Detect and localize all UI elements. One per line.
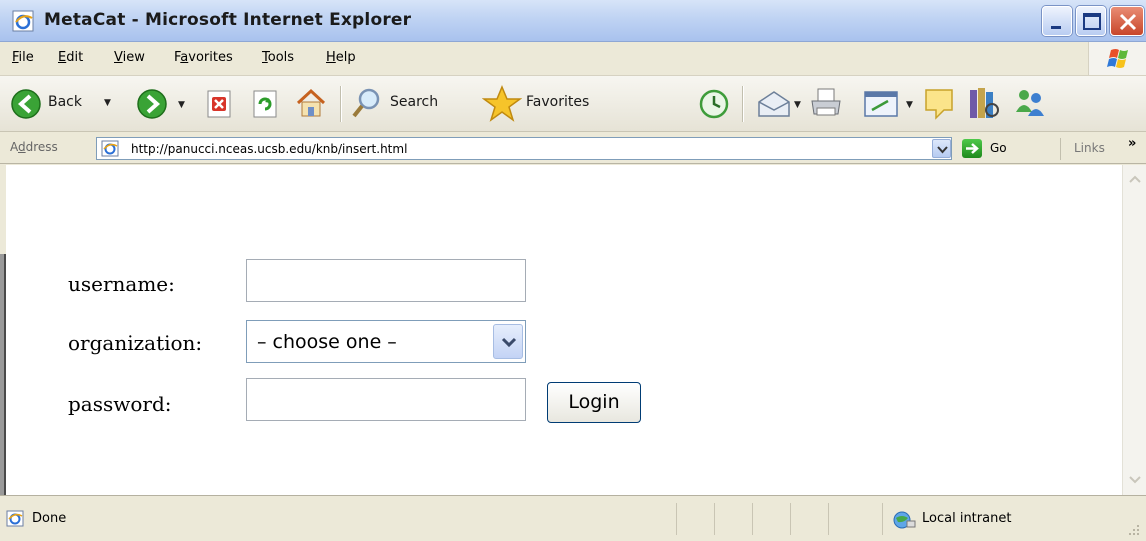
menu-file[interactable]: File [12,50,34,65]
links-more-icon[interactable]: » [1128,136,1136,151]
address-input[interactable]: http://panucci.nceas.ucsb.edu/knb/insert… [96,137,952,160]
stop-icon[interactable] [204,88,236,120]
minimize-button[interactable] [1042,6,1072,36]
back-label: Back [48,94,82,110]
edit-icon[interactable] [862,88,902,120]
search-icon [352,88,380,118]
window-title: MetaCat - Microsoft Internet Explorer [44,10,412,30]
standard-toolbar: Back ▼ ▼ Search Favorites ▼ ▼ [0,76,1146,132]
organization-selected-value: – choose one – [257,331,397,353]
menu-favorites[interactable]: Favorites [174,50,233,65]
favorites-star-icon [482,85,522,122]
history-icon[interactable] [698,88,730,120]
ie-page-icon [12,10,34,32]
links-separator [1060,138,1061,160]
search-label: Search [390,94,439,110]
username-label: username: [68,272,175,296]
refresh-icon[interactable] [250,88,282,120]
address-bar: Address http://panucci.nceas.ucsb.edu/kn… [0,132,1146,164]
windows-logo [1088,42,1146,75]
chevron-down-icon [501,337,517,348]
forward-dropdown-icon[interactable]: ▼ [178,100,185,110]
local-intranet-icon [893,511,916,529]
back-dropdown-icon[interactable]: ▼ [104,98,111,108]
favorites-label: Favorites [526,94,590,110]
organization-select[interactable]: – choose one – [246,320,526,363]
messenger-icon[interactable] [1012,86,1048,120]
title-bar[interactable]: MetaCat - Microsoft Internet Explorer [0,0,1146,42]
page-icon [101,140,119,157]
windows-flag-icon [1107,49,1128,68]
mail-dropdown-icon[interactable]: ▼ [794,100,801,110]
menu-view[interactable]: View [114,50,145,65]
go-button[interactable]: Go [990,141,1007,155]
menu-edit[interactable]: Edit [58,50,83,65]
print-icon[interactable] [808,86,844,122]
maximize-button[interactable] [1076,6,1106,36]
forward-button[interactable] [134,86,170,122]
menu-tools[interactable]: Tools [262,50,294,65]
status-bar: Done Local intranet [0,495,1146,541]
status-divider [676,503,677,535]
discuss-icon[interactable] [922,86,958,122]
status-divider [752,503,753,535]
menu-help[interactable]: Help [326,50,356,65]
status-text: Done [32,511,67,526]
mail-icon[interactable] [756,86,792,120]
back-button[interactable]: Back ▼ [8,86,120,122]
toolbar-separator [742,86,743,122]
address-dropdown-button[interactable] [932,139,951,158]
page-content: username: organization: – choose one – p… [6,165,1122,495]
username-input[interactable] [246,259,526,302]
resize-grip-icon[interactable] [1126,522,1142,538]
organization-dropdown-button[interactable] [493,324,523,359]
close-button[interactable] [1110,6,1144,36]
scroll-up-icon[interactable] [1125,169,1145,189]
status-divider [828,503,829,535]
close-icon [1119,13,1137,31]
address-url: http://panucci.nceas.ucsb.edu/knb/insert… [131,142,408,156]
password-input[interactable] [246,378,526,421]
research-icon[interactable] [966,84,1002,122]
menu-bar: File Edit View Favorites Tools Help [0,42,1146,76]
chevron-down-icon [937,146,948,154]
password-label: password: [68,392,172,416]
page-done-icon [6,510,24,527]
status-divider [790,503,791,535]
address-label: Address [10,140,58,154]
organization-label: organization: [68,331,203,355]
minimize-icon [1051,26,1061,29]
toolbar-separator [340,86,341,122]
edit-dropdown-icon[interactable]: ▼ [906,100,913,110]
login-button[interactable]: Login [547,382,641,423]
maximize-icon [1083,13,1101,30]
back-arrow-icon [11,89,41,119]
forward-arrow-icon [137,89,167,119]
browser-window: MetaCat - Microsoft Internet Explorer Fi… [0,0,1146,541]
favorites-button[interactable]: Favorites [482,84,678,124]
status-divider [882,503,883,535]
security-zone-text: Local intranet [922,511,1012,526]
status-divider [714,503,715,535]
home-icon[interactable] [294,86,328,120]
search-button[interactable]: Search [350,86,478,122]
go-arrow-icon[interactable] [962,139,982,158]
vertical-scrollbar[interactable] [1122,165,1146,495]
scroll-down-icon[interactable] [1125,469,1145,489]
links-label[interactable]: Links [1074,141,1105,155]
